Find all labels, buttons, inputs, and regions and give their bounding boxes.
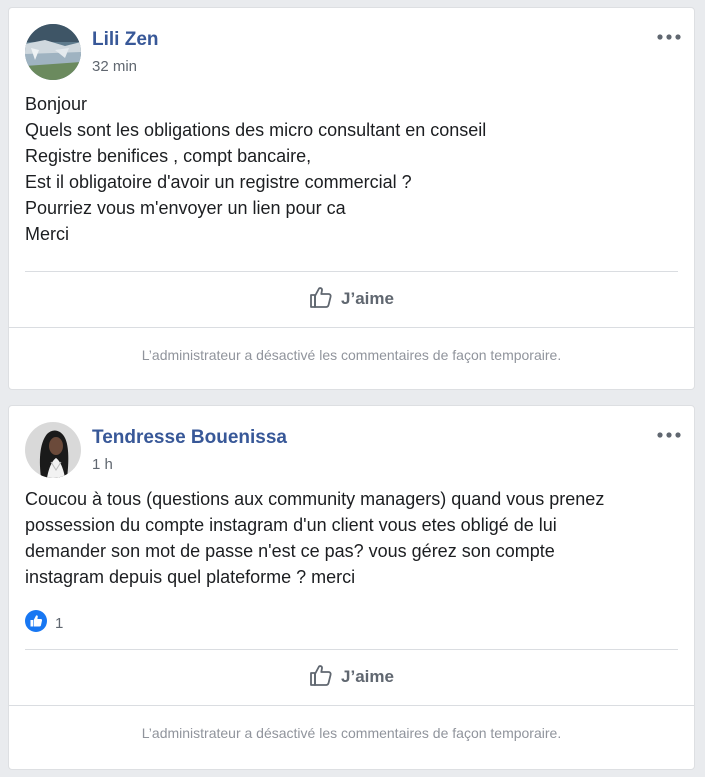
- post-timestamp[interactable]: 32 min: [92, 58, 137, 75]
- like-button-label: J’aime: [341, 289, 394, 308]
- like-button[interactable]: J’aime: [25, 272, 678, 326]
- post-body: Bonjour Quels sont les obligations des m…: [25, 91, 678, 247]
- comments-disabled-notice: L’administrateur a désactivé les comment…: [141, 347, 562, 363]
- avatar-image: [25, 422, 81, 478]
- post-body-line: Coucou à tous (questions aux community m…: [25, 489, 605, 509]
- avatar-image: [25, 24, 81, 80]
- reactions-summary[interactable]: 1: [25, 610, 63, 637]
- post-body: Coucou à tous (questions aux community m…: [25, 486, 678, 590]
- post-body-line: Est il obligatoire d'avoir un registre c…: [25, 172, 412, 192]
- thumbs-up-icon: [309, 285, 341, 314]
- post-body-line: Pourriez vous m'envoyer un lien pour ca: [25, 198, 346, 218]
- like-reaction-icon: [25, 610, 47, 637]
- more-options-icon[interactable]: [656, 30, 682, 42]
- post-body-line: demander son mot de passe n'est ce pas? …: [25, 541, 555, 561]
- post-body-line: Merci: [25, 224, 69, 244]
- post-timestamp[interactable]: 1 h: [92, 456, 113, 473]
- post-body-line: instagram depuis quel plateforme ? merci: [25, 567, 356, 587]
- comments-disabled-notice: L’administrateur a désactivé les comment…: [141, 725, 562, 741]
- divider: [9, 327, 694, 328]
- post-card: Lili Zen 32 min Bonjour Quels sont les o…: [8, 7, 695, 390]
- reaction-count: 1: [55, 615, 64, 632]
- avatar[interactable]: [25, 24, 81, 80]
- thumbs-up-icon: [309, 663, 341, 692]
- author-name[interactable]: Tendresse Bouenissa: [92, 427, 287, 449]
- post-body-line: Quels sont les obligations des micro con…: [25, 120, 487, 140]
- more-options-icon[interactable]: [656, 428, 682, 440]
- avatar[interactable]: [25, 422, 81, 478]
- post-body-line: Registre benifices , compt bancaire,: [25, 146, 312, 166]
- author-name[interactable]: Lili Zen: [92, 29, 159, 51]
- like-button[interactable]: J’aime: [25, 650, 678, 704]
- divider: [9, 705, 694, 706]
- post-body-line: Bonjour: [25, 94, 88, 114]
- post-card: Tendresse Bouenissa 1 h Coucou à tous (q…: [8, 405, 695, 770]
- like-button-label: J’aime: [341, 667, 394, 686]
- post-body-line: possession du compte instagram d'un clie…: [25, 515, 557, 535]
